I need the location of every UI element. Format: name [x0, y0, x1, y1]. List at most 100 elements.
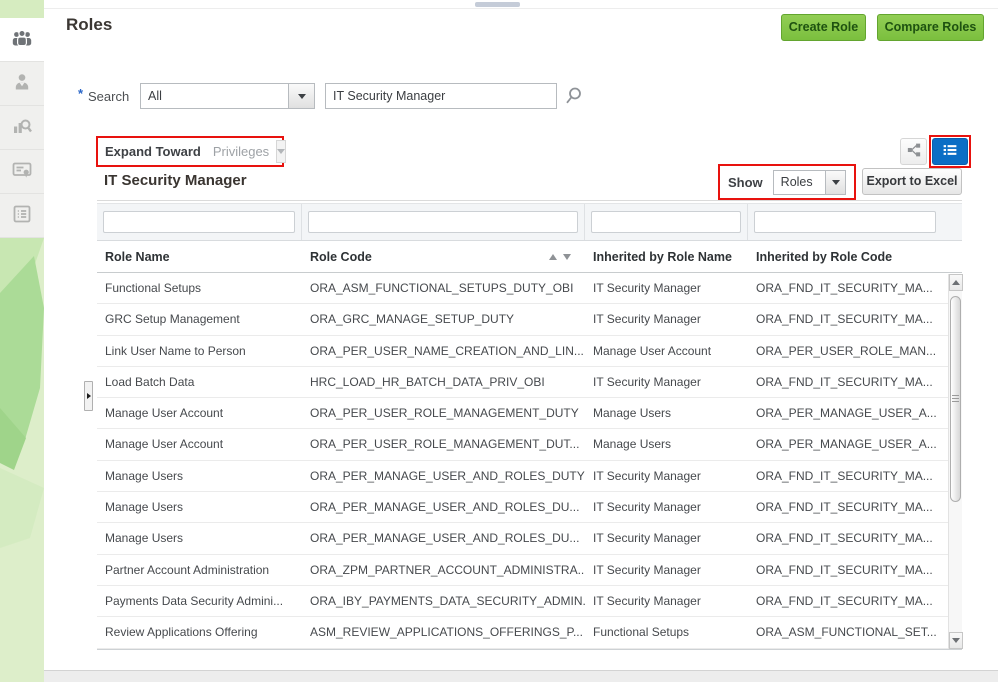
filter-input-inherited-by-role-name[interactable] [591, 211, 741, 233]
table-row[interactable]: Manage User AccountORA_PER_USER_ROLE_MAN… [97, 398, 962, 429]
search-input[interactable] [325, 83, 557, 109]
table-cell: ORA_PER_MANAGE_USER_A... [748, 429, 948, 459]
table-cell: Manage Users [97, 492, 302, 522]
table-row[interactable]: Manage UsersORA_PER_MANAGE_USER_AND_ROLE… [97, 523, 962, 554]
scroll-up-icon [952, 280, 960, 285]
table-row[interactable]: Functional SetupsORA_ASM_FUNCTIONAL_SETU… [97, 273, 962, 304]
sidebar-item-users[interactable] [0, 62, 44, 106]
table-row[interactable]: Partner Account AdministrationORA_ZPM_PA… [97, 555, 962, 586]
roles-table: Role Name Role Code Inherited by Role Na… [97, 203, 962, 650]
table-row[interactable]: Load Batch DataHRC_LOAD_HR_BATCH_DATA_PR… [97, 367, 962, 398]
search-category-select[interactable]: All [140, 83, 315, 109]
table-cell: GRC Setup Management [97, 304, 302, 334]
table-cell: ORA_PER_MANAGE_USER_A... [748, 398, 948, 428]
scroll-down-button[interactable] [949, 632, 963, 649]
table-cell: ORA_FND_IT_SECURITY_MA... [748, 492, 948, 522]
create-role-button[interactable]: Create Role [781, 14, 866, 41]
filter-input-inherited-by-role-code[interactable] [754, 211, 936, 233]
export-to-excel-button[interactable]: Export to Excel [862, 168, 962, 195]
search-label: Search [88, 89, 129, 104]
table-cell: Manage Users [585, 398, 748, 428]
table-cell: ORA_PER_MANAGE_USER_AND_ROLES_DU... [302, 523, 585, 553]
list-view-toggle-button[interactable] [932, 138, 968, 165]
table-row[interactable]: Review Applications OfferingASM_REVIEW_A… [97, 617, 962, 648]
filter-input-role-code[interactable] [308, 211, 578, 233]
table-cell: ORA_PER_USER_NAME_CREATION_AND_LIN... [302, 336, 585, 366]
column-header-inherited-by-role-code[interactable]: Inherited by Role Code [748, 250, 962, 264]
table-row[interactable]: Link User Name to PersonORA_PER_USER_NAM… [97, 336, 962, 367]
sidebar-decoration-leaves [0, 238, 44, 682]
search-category-value: All [141, 89, 288, 103]
table-row[interactable]: Manage User AccountORA_PER_USER_ROLE_MAN… [97, 429, 962, 460]
sidebar-item-roles[interactable] [0, 18, 44, 62]
people-group-icon [10, 26, 34, 53]
security-console-roles-page: Roles Create Role Compare Roles * Search… [0, 0, 998, 682]
table-cell: Manage Users [97, 523, 302, 553]
table-cell: Manage User Account [97, 398, 302, 428]
column-header-inherited-by-role-name[interactable]: Inherited by Role Name [585, 250, 748, 264]
column-header-role-code[interactable]: Role Code [302, 250, 585, 264]
table-cell: ASM_REVIEW_APPLICATIONS_OFFERINGS_P... [302, 617, 585, 647]
table-cell: IT Security Manager [585, 523, 748, 553]
chevron-down-icon [277, 149, 285, 154]
sort-ascending-icon[interactable] [549, 254, 557, 260]
table-cell: IT Security Manager [585, 461, 748, 491]
table-cell: ORA_FND_IT_SECURITY_MA... [748, 523, 948, 553]
show-value: Roles [774, 175, 825, 189]
table-row[interactable]: Payments Data Security Admini...ORA_IBY_… [97, 586, 962, 617]
panel-resize-handle[interactable] [475, 2, 520, 7]
list-panel-icon [10, 202, 34, 229]
section-title: IT Security Manager [104, 172, 247, 189]
table-cell: IT Security Manager [585, 492, 748, 522]
filter-input-role-name[interactable] [103, 211, 295, 233]
table-body: Functional Setups ORA_ASM_FUNCTIONAL_SETU… [97, 273, 962, 649]
table-cell: Manage User Account [585, 336, 748, 366]
sort-controls [549, 254, 571, 260]
main-content: Roles Create Role Compare Roles * Search… [44, 0, 998, 682]
table-header-row: Role Name Role Code Inherited by Role Na… [97, 241, 962, 273]
table-cell: IT Security Manager [585, 367, 748, 397]
filter-cell [585, 204, 748, 240]
table-scrollbar[interactable] [948, 274, 962, 649]
table-row[interactable]: Manage UsersORA_PER_MANAGE_USER_AND_ROLE… [97, 492, 962, 523]
graph-view-toggle-button[interactable] [900, 138, 927, 165]
search-icon[interactable] [564, 86, 583, 108]
sort-descending-icon[interactable] [563, 254, 571, 260]
table-cell: ORA_ASM_FUNCTIONAL_SETUPS_DUTY_OBI [302, 273, 585, 303]
table-cell: ORA_ASM_FUNCTIONAL_SET... [748, 617, 948, 647]
chart-search-icon [10, 114, 34, 141]
dropdown-arrow-button[interactable] [288, 84, 314, 108]
annotation-box-list-view [929, 135, 971, 168]
compare-roles-button[interactable]: Compare Roles [877, 14, 984, 41]
table-row[interactable]: GRC Setup ManagementORA_GRC_MANAGE_SETUP… [97, 304, 962, 335]
scroll-up-button[interactable] [949, 274, 963, 291]
show-label: Show [728, 175, 763, 190]
sidebar [0, 0, 44, 682]
sidebar-decoration-top [0, 0, 44, 18]
list-view-icon [941, 141, 959, 162]
section-divider [97, 200, 962, 201]
filter-cell [97, 204, 302, 240]
table-cell: Manage Users [585, 429, 748, 459]
table-cell: IT Security Manager [585, 555, 748, 585]
page-title: Roles [66, 15, 112, 35]
table-cell: ORA_IBY_PAYMENTS_DATA_SECURITY_ADMIN... [302, 586, 585, 616]
table-row[interactable]: Manage UsersORA_PER_MANAGE_USER_AND_ROLE… [97, 461, 962, 492]
splitter-handle[interactable] [84, 381, 93, 411]
expand-toward-value: Privileges [213, 144, 269, 159]
table-cell: Functional Setups [585, 617, 748, 647]
table-cell: IT Security Manager [585, 304, 748, 334]
filter-cell [302, 204, 585, 240]
dropdown-arrow-button[interactable] [825, 171, 845, 194]
show-select[interactable]: Roles [773, 170, 846, 195]
sidebar-item-analytics[interactable] [0, 106, 44, 150]
required-marker: * [78, 86, 83, 101]
annotation-box-show: Show Roles [718, 164, 856, 200]
sidebar-item-administration[interactable] [0, 194, 44, 238]
table-cell: IT Security Manager [585, 273, 748, 303]
table-cell: ORA_PER_USER_ROLE_MAN... [748, 336, 948, 366]
scrollbar-thumb[interactable] [950, 296, 961, 502]
column-header-role-name[interactable]: Role Name [97, 250, 302, 264]
sidebar-item-certificates[interactable] [0, 150, 44, 194]
chevron-down-icon [298, 94, 306, 99]
